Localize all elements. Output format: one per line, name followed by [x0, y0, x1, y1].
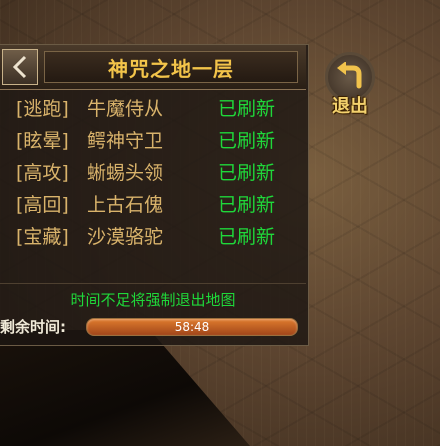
boss-tag: [高攻]: [16, 162, 69, 184]
exit-arrow-icon: [337, 62, 362, 89]
time-remaining-label: 剩余时间:: [0, 318, 66, 336]
panel-divider: [0, 283, 306, 284]
boss-row[interactable]: [眩晕] 鳄神守卫 已刷新: [0, 123, 306, 155]
boss-row[interactable]: [宝藏] 沙漠骆驼 已刷新: [0, 219, 306, 251]
boss-name: 鳄神守卫: [87, 130, 164, 152]
boss-status: 已刷新: [218, 130, 276, 152]
boss-list: [逃跑] 牛魔侍从 已刷新 [眩晕] 鳄神守卫 已刷新 [高攻] 蜥蜴头领 已刷…: [0, 91, 306, 251]
boss-tag: [逃跑]: [16, 98, 69, 120]
forced-exit-notice: 时间不足将强制退出地图: [70, 291, 236, 309]
boss-name: 牛魔侍从: [87, 98, 164, 120]
boss-status: 已刷新: [218, 98, 276, 120]
time-remaining-bar: 58:48: [86, 318, 298, 336]
boss-tag: [宝藏]: [16, 226, 69, 248]
map-title: 神咒之地一层: [44, 51, 298, 83]
chevron-left-icon: [12, 55, 27, 79]
boss-name: 上古石傀: [87, 194, 164, 216]
collapse-panel-button[interactable]: [2, 49, 38, 85]
exit-label: 退出: [332, 96, 368, 117]
dungeon-info-panel: 神咒之地一层 [逃跑] 牛魔侍从 已刷新 [眩晕] 鳄神守卫 已刷新 [高攻] …: [0, 44, 309, 346]
exit-map-button[interactable]: 退出: [320, 52, 380, 118]
boss-status: 已刷新: [218, 162, 276, 184]
boss-name: 沙漠骆驼: [87, 226, 164, 248]
boss-status: 已刷新: [218, 194, 276, 216]
boss-row[interactable]: [高攻] 蜥蜴头领 已刷新: [0, 155, 306, 187]
boss-tag: [高回]: [16, 194, 69, 216]
boss-row[interactable]: [逃跑] 牛魔侍从 已刷新: [0, 91, 306, 123]
boss-row[interactable]: [高回] 上古石傀 已刷新: [0, 187, 306, 219]
boss-status: 已刷新: [218, 226, 276, 248]
panel-title-bar: 神咒之地一层: [0, 45, 306, 90]
boss-tag: [眩晕]: [16, 130, 69, 152]
time-remaining-value: 58:48: [174, 320, 210, 334]
boss-name: 蜥蜴头领: [87, 162, 164, 184]
